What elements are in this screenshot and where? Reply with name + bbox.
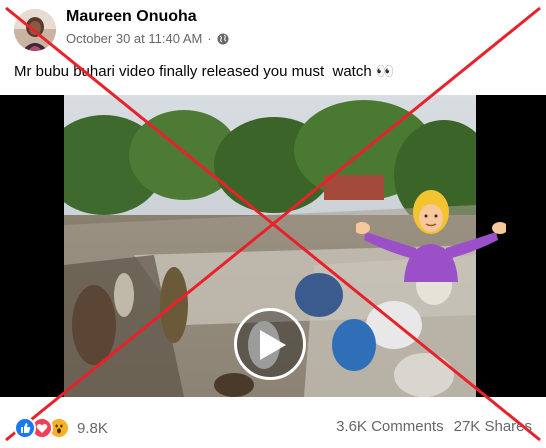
woman-shrugging-emoji xyxy=(356,190,506,282)
author-name[interactable]: Maureen Onuoha xyxy=(66,8,197,26)
reaction-count: 9.8K xyxy=(77,419,108,437)
play-button[interactable] xyxy=(234,308,306,380)
play-icon xyxy=(260,330,286,360)
comments-count[interactable]: 3.6K Comments xyxy=(336,418,444,435)
like-icon xyxy=(14,417,36,439)
post-timestamp[interactable]: October 30 at 11:40 AM xyxy=(66,31,202,46)
engagement-counts: 3.6K Comments 27K Shares xyxy=(336,418,532,435)
avatar-image xyxy=(14,9,56,51)
post-header: Maureen Onuoha October 30 at 11:40 AM · xyxy=(0,0,546,58)
avatar[interactable] xyxy=(14,9,56,51)
post-meta: October 30 at 11:40 AM · xyxy=(66,31,229,46)
reactions-summary[interactable]: 9.8K xyxy=(14,417,108,439)
globe-icon[interactable] xyxy=(217,33,229,45)
video-player[interactable] xyxy=(0,95,546,397)
meta-separator: · xyxy=(207,31,212,46)
shares-count[interactable]: 27K Shares xyxy=(454,418,532,435)
post-text: Mr bubu buhari video finally released yo… xyxy=(14,63,395,80)
